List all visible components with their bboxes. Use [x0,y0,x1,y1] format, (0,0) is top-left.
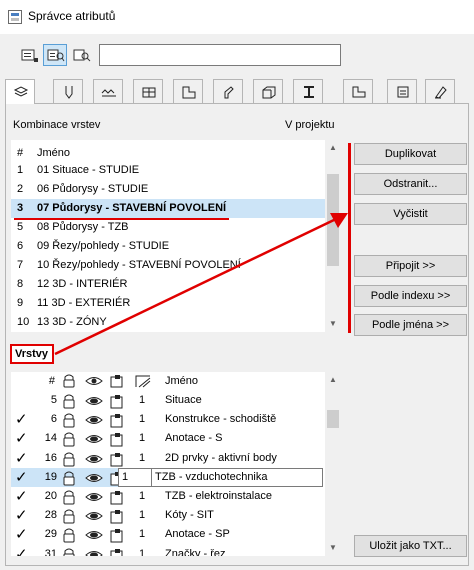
pen-field[interactable]: 1 [118,467,152,487]
layer-name: Situace [165,394,202,406]
table-row-editing[interactable]: ✓ 19 1 TZB - vzduchotechnika [11,467,323,487]
eye-icon[interactable] [85,547,103,556]
pen-value: 1 [139,432,146,445]
checkmark-icon[interactable]: ✓ [15,429,28,448]
lock-icon[interactable] [61,547,77,556]
checkmark-icon[interactable]: ✓ [15,449,28,468]
layer-name: Konstrukce - schodiště [165,413,277,426]
table-row[interactable]: 5 1 Situace [11,391,321,410]
pen-value: 1 [139,509,146,522]
checkmark-icon[interactable]: ✓ [15,487,28,506]
table-row[interactable]: ✓ 29 1 Anotace - SP [11,525,321,544]
table-row[interactable]: ✓ 14 1 Anotace - S [11,429,321,448]
table-row[interactable]: ✓ 28 1 Kóty - SIT [11,506,321,525]
pen-value: 1 [139,490,146,502]
scroll-up-icon[interactable]: ▲ [325,372,341,388]
checkmark-icon[interactable]: ✓ [15,410,28,429]
layer-name: Značky - řez [165,547,226,556]
layers-scrollbar[interactable]: ▲ ▼ [325,372,341,556]
layer-name: Anotace - SP [165,528,230,541]
table-row[interactable]: ✓ 31 1 Značky - řez [11,545,321,556]
pen-value: 1 [139,413,146,426]
scroll-down-icon[interactable]: ▼ [325,540,341,556]
layer-name-field[interactable]: TZB - vzduchotechnika [151,467,323,487]
pen-value: 1 [139,528,146,541]
pen-value: 1 [139,394,146,406]
layer-name: Kóty - SIT [165,509,214,522]
checkmark-icon[interactable]: ✓ [15,545,28,556]
wireframe-icon[interactable] [109,547,125,556]
checkmark-icon[interactable]: ✓ [15,525,28,544]
table-row[interactable]: ✓ 6 1 Konstrukce - schodiště [11,410,321,429]
layer-name: Anotace - S [165,432,223,445]
layer-name: 2D prvky - aktivní body [165,451,277,464]
pen-value: 1 [139,547,146,556]
checkmark-icon[interactable]: ✓ [15,468,28,487]
table-row[interactable]: ✓ 20 1 TZB - elektroinstalace [11,487,321,506]
scroll-thumb[interactable] [327,410,339,428]
checkmark-icon[interactable]: ✓ [15,506,28,525]
table-header: # Jméno [11,372,321,391]
layer-rows: 5 1 Situace ✓ 6 1 Konstrukce - schodiště ✓ 14 1 An… [11,391,325,556]
layer-name: TZB - elektroinstalace [165,490,272,502]
pen-value: 1 [139,451,146,464]
table-row[interactable]: ✓ 16 1 2D prvky - aktivní body [11,449,321,468]
